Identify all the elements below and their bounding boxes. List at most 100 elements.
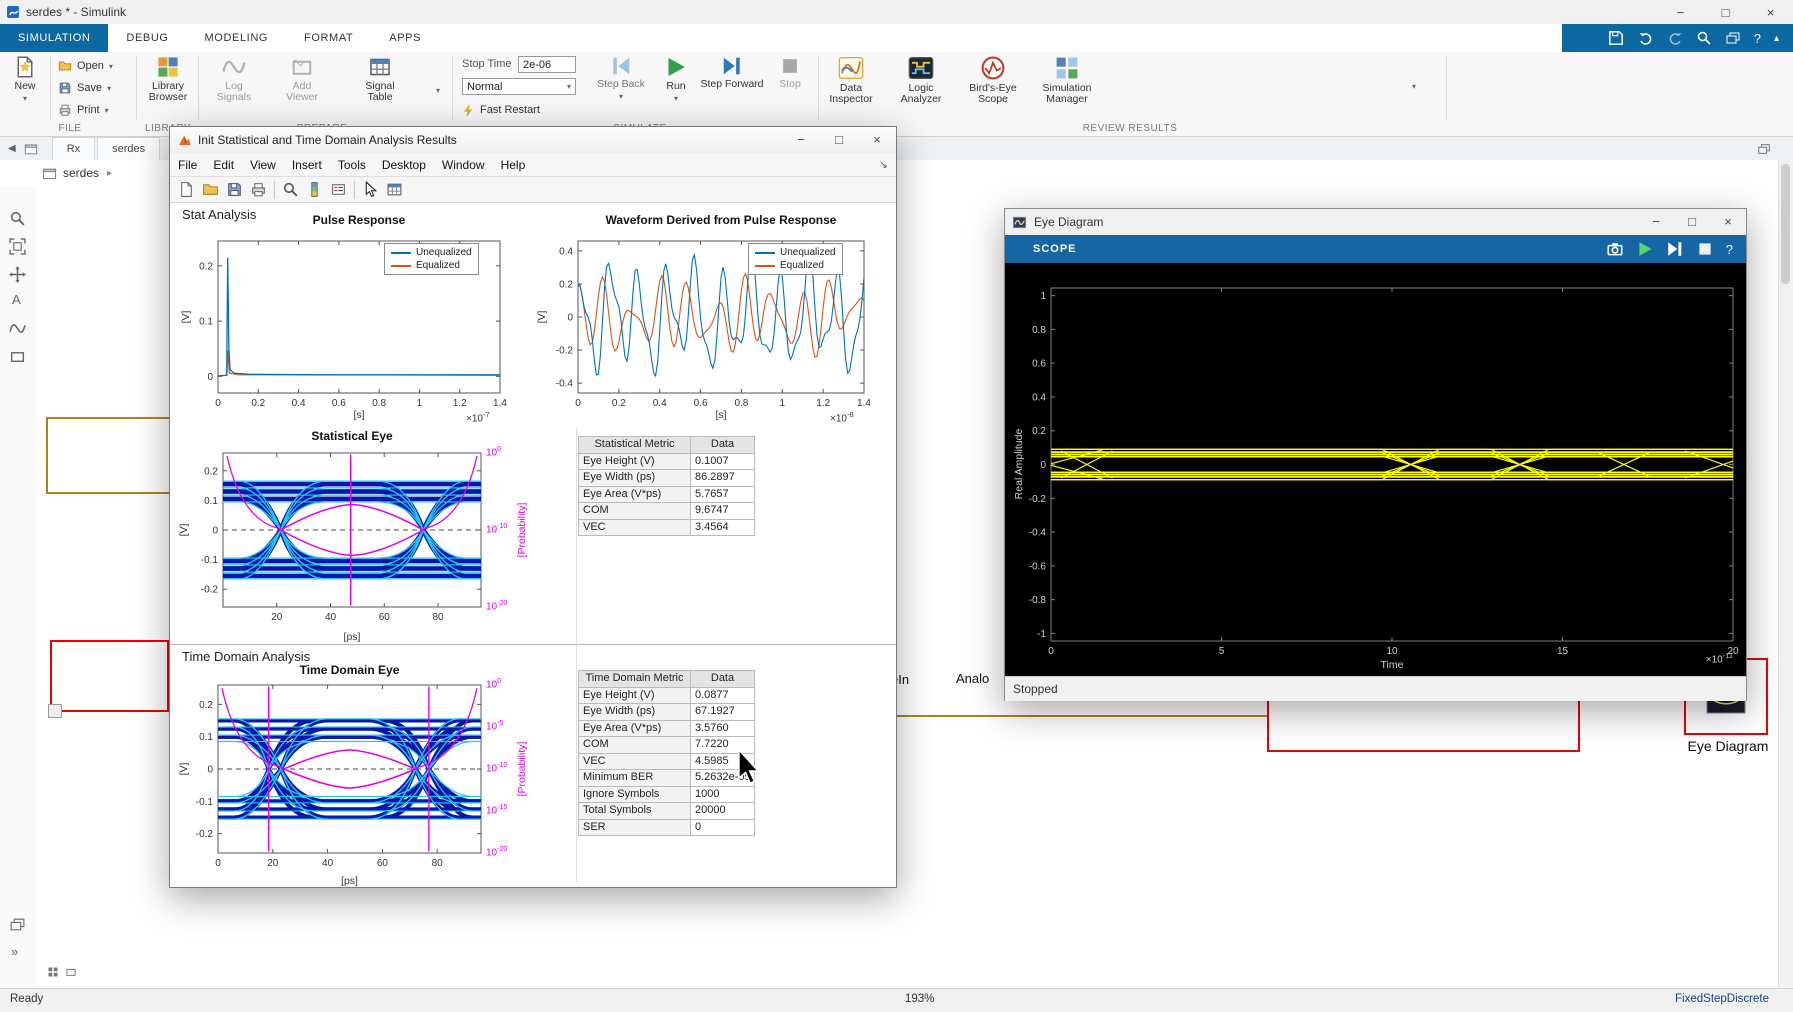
run-button[interactable]: Run ▾ — [656, 55, 696, 103]
simulation-mode-select[interactable]: Normal ▾ — [462, 78, 576, 95]
library-browser-button[interactable]: Library Browser — [142, 55, 194, 103]
collapse-ribbon-icon[interactable]: ▴ — [1774, 33, 1779, 44]
open-button[interactable]: Open ▾ — [58, 57, 113, 75]
undo-icon[interactable] — [1638, 30, 1654, 46]
pointer-tool-icon[interactable] — [362, 181, 379, 198]
canvas-vertical-scrollbar[interactable] — [1778, 160, 1793, 988]
table-cell[interactable]: COM — [579, 737, 691, 754]
table-cell[interactable]: 86.2897 — [691, 470, 755, 487]
close-button[interactable]: × — [1748, 0, 1793, 24]
table-row[interactable]: Eye Height (V)0.0877 — [579, 688, 755, 705]
block-badge-icon[interactable] — [48, 704, 62, 718]
fit-to-view-icon[interactable] — [9, 238, 26, 255]
table-cell[interactable]: SER — [579, 820, 691, 837]
stop-button[interactable]: Stop — [770, 55, 810, 90]
menu-view[interactable]: View — [250, 158, 276, 172]
data-table-icon[interactable] — [386, 181, 403, 198]
table-row[interactable]: Total Symbols20000 — [579, 803, 755, 820]
fast-restart-button[interactable]: Fast Restart — [462, 101, 540, 119]
scope-maximize-button[interactable]: □ — [1674, 209, 1710, 233]
table-cell[interactable]: 9.6747 — [691, 503, 755, 520]
table-cell[interactable]: 0.0877 — [691, 688, 755, 705]
table-row[interactable]: COM9.6747 — [579, 503, 755, 520]
table-cell[interactable]: Eye Height (V) — [579, 688, 691, 705]
dialog-maximize-button[interactable]: □ — [820, 127, 858, 151]
signal-icon[interactable] — [9, 320, 26, 337]
canvas-badge-icon[interactable] — [64, 966, 78, 978]
table-row[interactable]: Eye Area (V*ps)5.7657 — [579, 487, 755, 504]
prepare-gallery-caret-icon[interactable]: ▾ — [436, 86, 440, 95]
save-icon[interactable] — [1607, 29, 1625, 47]
tab-apps[interactable]: APPS — [371, 24, 439, 52]
table-cell[interactable]: 3.5760 — [691, 721, 755, 738]
table-row[interactable]: Ignore Symbols1000 — [579, 787, 755, 804]
breadcrumb-model-name[interactable]: serdes — [63, 166, 99, 180]
data-inspector-button[interactable]: Data Inspector — [824, 55, 878, 105]
signal-line[interactable] — [895, 715, 1267, 717]
table-cell[interactable]: Eye Area (V*ps) — [579, 721, 691, 738]
table-row[interactable]: Eye Area (V*ps)3.5760 — [579, 721, 755, 738]
table-cell[interactable]: 0 — [691, 820, 755, 837]
table-cell[interactable]: COM — [579, 503, 691, 520]
table-cell[interactable]: Minimum BER — [579, 770, 691, 787]
table-cell[interactable]: VEC — [579, 520, 691, 537]
scope-stop-icon[interactable] — [1696, 240, 1714, 258]
scope-close-button[interactable]: × — [1710, 209, 1746, 233]
table-row[interactable]: Minimum BER5.2632e-05 — [579, 770, 755, 787]
menu-insert[interactable]: Insert — [292, 158, 322, 172]
table-cell[interactable]: Total Symbols — [579, 803, 691, 820]
ribbon-more-caret-icon[interactable]: ▾ — [1412, 82, 1416, 91]
open-file-icon[interactable] — [202, 181, 219, 198]
scope-help-icon[interactable]: ? — [1726, 242, 1734, 257]
table-cell[interactable]: Ignore Symbols — [579, 787, 691, 804]
maximize-button[interactable]: □ — [1703, 0, 1748, 24]
table-row[interactable]: COM7.7220 — [579, 737, 755, 754]
table-cell[interactable]: Eye Area (V*ps) — [579, 487, 691, 504]
solver-name[interactable]: FixedStepDiscrete — [1675, 993, 1769, 1005]
menu-tools[interactable]: Tools — [338, 158, 366, 172]
rx-block[interactable] — [50, 640, 169, 712]
redo-icon[interactable] — [1667, 30, 1683, 46]
minimize-button[interactable]: − — [1658, 0, 1703, 24]
table-cell[interactable]: Eye Width (ps) — [579, 470, 691, 487]
canvas-shortcut-icon[interactable] — [46, 966, 60, 978]
table-cell[interactable]: 1000 — [691, 787, 755, 804]
birds-eye-scope-button[interactable]: Bird's-Eye Scope — [964, 55, 1022, 105]
nav-back-icon[interactable]: ◀ — [8, 143, 16, 154]
table-cell[interactable]: 0.1007 — [691, 454, 755, 471]
tab-modeling[interactable]: MODELING — [187, 24, 286, 52]
expand-chevrons-icon[interactable]: » — [11, 944, 18, 959]
doc-tab-serdes[interactable]: serdes — [97, 137, 160, 160]
tab-debug[interactable]: DEBUG — [108, 24, 186, 52]
insert-colorbar-icon[interactable] — [306, 181, 323, 198]
scope-run-icon[interactable] — [1636, 240, 1654, 258]
tab-list-icon[interactable] — [1757, 142, 1771, 156]
table-row[interactable]: Eye Width (ps)67.1927 — [579, 704, 755, 721]
print-figure-icon[interactable] — [250, 181, 267, 198]
insert-legend-icon[interactable] — [330, 181, 347, 198]
table-row[interactable]: VEC4.5985 — [579, 754, 755, 771]
table-row[interactable]: Eye Width (ps)86.2897 — [579, 470, 755, 487]
zoom-tool-icon[interactable] — [282, 181, 299, 198]
scope-step-forward-icon[interactable] — [1666, 240, 1684, 258]
new-figure-icon[interactable] — [178, 181, 195, 198]
print-button[interactable]: Print ▾ — [58, 101, 109, 119]
dialog-minimize-button[interactable]: − — [782, 127, 820, 151]
help-icon[interactable]: ? — [1754, 31, 1761, 46]
snapshot-icon[interactable] — [1606, 240, 1624, 258]
doc-tab-rx[interactable]: Rx — [52, 137, 95, 160]
logic-analyzer-button[interactable]: Logic Analyzer — [894, 55, 948, 105]
layout-icon[interactable] — [1725, 30, 1741, 46]
save-button[interactable]: Save ▾ — [58, 79, 111, 97]
menu-desktop[interactable]: Desktop — [382, 158, 426, 172]
pan-icon[interactable] — [9, 266, 26, 283]
tab-simulation[interactable]: SIMULATION — [0, 24, 108, 52]
log-signals-button[interactable]: Log Signals — [208, 55, 260, 103]
table-row[interactable]: VEC3.4564 — [579, 520, 755, 537]
scope-minimize-button[interactable]: − — [1638, 209, 1674, 233]
table-row[interactable]: SER0 — [579, 820, 755, 837]
menu-edit[interactable]: Edit — [213, 158, 234, 172]
signal-table-button[interactable]: Signal Table — [352, 55, 408, 103]
save-figure-icon[interactable] — [226, 181, 243, 198]
table-cell[interactable]: 20000 — [691, 803, 755, 820]
